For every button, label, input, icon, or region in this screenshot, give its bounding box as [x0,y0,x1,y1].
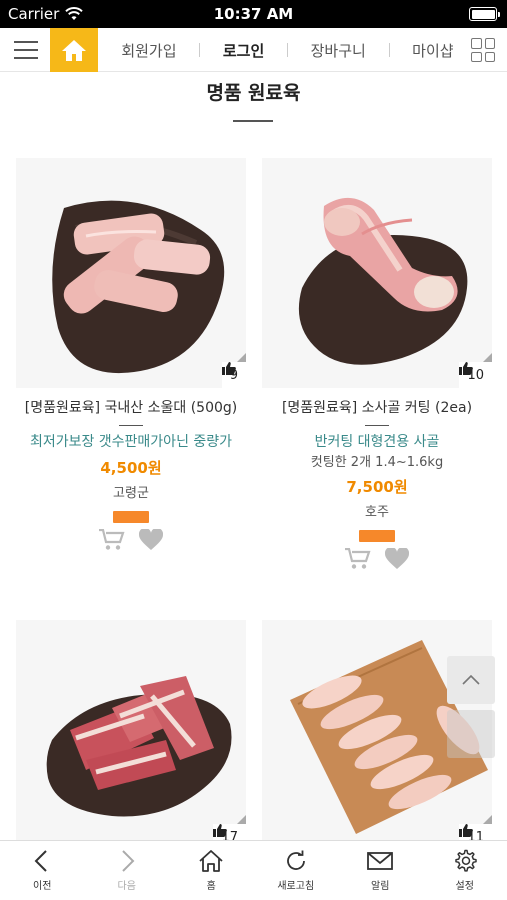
new-product-badge [359,530,395,542]
product-card[interactable]: 10 [명품원료육] 소사골 커팅 (2ea) 반커팅 대형견용 사골 컷팅한 … [262,158,492,570]
product-actions [16,529,246,551]
gear-icon [455,849,477,872]
thumbs-up-icon [459,362,474,375]
clock: 10:37 AM [213,5,294,23]
product-list: 명품 원료육 9 [명품원료육] 국내산 소울대 (500g) 최저가보장 갯수… [0,72,507,840]
back-label: 이전 [33,881,52,892]
thumbs-up-icon [459,824,474,837]
section-title: 명품 원료육 [206,82,301,104]
product-photo-ribs [46,676,232,817]
new-product-badge [113,511,149,523]
top-nav: 회원가입 로그인 장바구니 마이샵 [0,28,507,72]
refresh-icon [286,850,305,870]
nav-link-myshop[interactable]: 마이샵 [412,40,453,61]
product-subdescription: 컷팅한 2개 1.4~1.6kg [310,455,444,470]
home-tab-button[interactable]: 홈 [179,849,243,892]
refresh-label: 새로고침 [277,881,315,892]
forward-label: 다음 [117,881,136,892]
chevron-up-icon [462,675,480,685]
divider [119,425,143,426]
hamburger-menu-icon[interactable] [14,41,38,59]
product-photo-tendon [52,200,225,374]
home-icon [62,40,86,61]
notification-button[interactable]: 알림 [348,849,412,892]
product-origin: 호주 [365,505,389,520]
forward-button[interactable]: 다음 [95,849,159,892]
home-icon [199,850,223,872]
settings-button[interactable]: 설정 [433,849,497,892]
product-name[interactable]: [명품원료육] 소사골 커팅 (2ea) [262,398,492,418]
product-price: 4,500원 [100,459,162,477]
cart-icon[interactable] [99,529,125,551]
app-screen: Carrier 10:37 AM 회원가입 로그인 장바구니 마이샵 명품 원료… [0,0,507,900]
product-name[interactable]: [명품원료육] 국내산 소울대 (500g) [16,398,246,418]
settings-label: 설정 [455,881,474,892]
product-photo-bone [298,197,468,365]
like-count[interactable]: 9 [221,353,246,388]
product-card[interactable]: 17 [16,620,246,840]
scroll-to-top-button[interactable] [447,656,495,704]
nav-links: 회원가입 로그인 장바구니 마이샵 [110,28,465,72]
cart-icon[interactable] [345,548,371,570]
product-description: 반커팅 대형견용 사골 [314,434,440,450]
home-label: 홈 [206,881,216,892]
refresh-button[interactable]: 새로고침 [264,849,328,892]
product-image[interactable]: 10 [262,158,492,388]
nav-divider [388,43,390,57]
like-count[interactable]: 11 [459,815,492,840]
bottom-toolbar: 이전 다음 홈 새로고침 알림 설정 [0,840,507,900]
product-image[interactable]: 9 [16,158,246,388]
grid-menu-icon[interactable] [471,38,495,62]
heart-icon[interactable] [385,548,409,570]
nav-divider [286,43,288,57]
notification-label: 알림 [371,881,390,892]
back-button[interactable]: 이전 [10,849,74,892]
product-actions [262,548,492,570]
scroll-to-bottom-button[interactable] [447,710,495,758]
nav-link-login[interactable]: 로그인 [223,40,264,61]
product-card[interactable]: 9 [명품원료육] 국내산 소울대 (500g) 최저가보장 갯수판매가아닌 중… [16,158,246,551]
chevron-right-icon [122,850,135,872]
home-button[interactable] [50,28,98,72]
heart-icon[interactable] [139,529,163,551]
nav-divider [199,43,201,57]
divider [365,425,389,426]
chevron-left-icon [34,850,47,872]
product-price: 7,500원 [346,478,408,496]
nav-link-cart[interactable]: 장바구니 [311,40,366,61]
product-description: 최저가보장 갯수판매가아닌 중량가 [29,434,233,450]
title-underline [233,120,273,122]
product-image[interactable]: 17 [16,620,246,840]
mail-icon [367,852,394,870]
nav-link-signup[interactable]: 회원가입 [121,40,176,61]
battery-icon [469,7,500,21]
thumbs-up-icon [221,362,236,375]
like-count[interactable]: 17 [213,815,246,840]
like-count[interactable]: 10 [459,353,492,388]
status-bar: Carrier 10:37 AM [0,0,507,28]
thumbs-up-icon [213,824,228,837]
product-origin: 고령군 [113,486,149,501]
